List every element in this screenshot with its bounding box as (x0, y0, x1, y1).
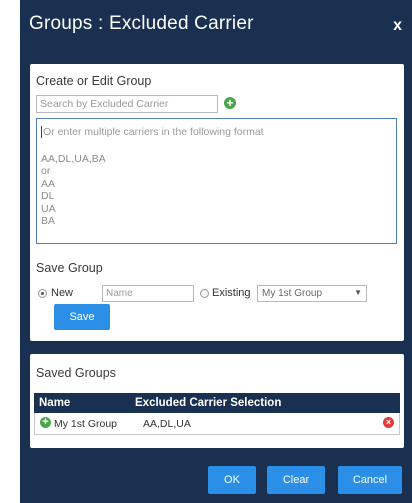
new-group-radio[interactable] (38, 289, 47, 298)
format-line: BA (41, 215, 56, 228)
close-icon[interactable]: x (393, 17, 402, 35)
saved-groups-panel: Saved Groups Name Excluded Carrier Selec… (30, 354, 404, 448)
existing-group-value: My 1st Group (262, 288, 323, 299)
carrier-search-input[interactable] (36, 95, 218, 113)
remove-circle-icon[interactable]: × (383, 417, 394, 428)
format-line: or (41, 165, 51, 178)
chevron-down-icon: ▼ (354, 288, 362, 297)
carrier-format-example: AA,DL,UA,BA or AA DL UA BA (41, 153, 106, 227)
text-cursor (41, 126, 42, 138)
excluded-carrier-dialog: Groups : Excluded Carrier x Create or Ed… (20, 0, 412, 503)
existing-group-radio[interactable] (200, 289, 209, 298)
save-button[interactable]: Save (54, 304, 110, 330)
ok-button[interactable]: OK (208, 466, 256, 494)
format-line: AA (41, 177, 56, 190)
carriers-placeholder: Or enter multiple carriers in the follow… (43, 126, 264, 138)
saved-groups-heading: Saved Groups (36, 366, 116, 380)
table-row[interactable]: + My 1st Group AA,DL,UA × (34, 413, 400, 435)
format-line: AA,DL,UA,BA (41, 153, 106, 165)
create-group-heading: Create or Edit Group (36, 74, 152, 88)
format-line: UA (41, 202, 56, 215)
dialog-title: Groups : Excluded Carrier (29, 13, 254, 34)
column-header-name: Name (39, 397, 71, 409)
cancel-button[interactable]: Cancel (338, 466, 402, 494)
existing-group-select[interactable]: My 1st Group ▼ (257, 285, 367, 302)
plus-circle-icon[interactable]: + (224, 97, 236, 109)
existing-group-label: Existing (212, 287, 251, 299)
dialog-title-bar: Groups : Excluded Carrier x (20, 0, 412, 52)
saved-groups-table-header: Name Excluded Carrier Selection (34, 393, 400, 413)
create-group-panel: Create or Edit Group + Or enter multiple… (30, 64, 404, 341)
format-line: DL (41, 190, 55, 203)
clear-button[interactable]: Clear (267, 466, 325, 494)
group-name-input[interactable] (102, 285, 194, 302)
multiple-carriers-textarea[interactable]: Or enter multiple carriers in the follow… (36, 118, 397, 244)
save-group-heading: Save Group (36, 261, 103, 275)
group-name-cell: My 1st Group (54, 418, 118, 430)
new-group-label: New (51, 287, 74, 299)
plus-circle-icon[interactable]: + (40, 417, 51, 428)
column-header-selection: Excluded Carrier Selection (135, 397, 282, 409)
carrier-selection-cell: AA,DL,UA (143, 418, 191, 430)
